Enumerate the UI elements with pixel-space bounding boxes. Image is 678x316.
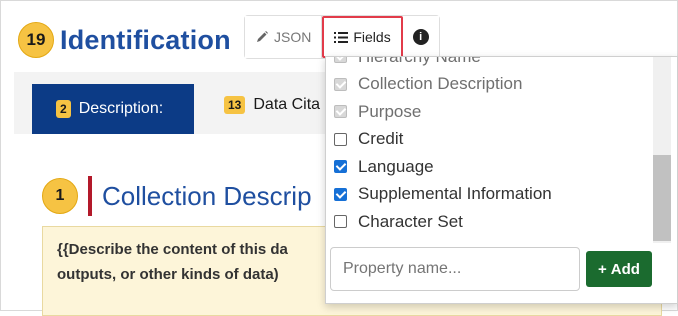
- add-button[interactable]: + Add: [586, 251, 652, 287]
- checkbox[interactable]: [334, 132, 347, 146]
- field-option-language[interactable]: Language: [326, 153, 646, 181]
- section-number: 1: [42, 178, 78, 214]
- tab-badge: 2: [56, 100, 71, 118]
- option-label: Collection Description: [358, 74, 523, 94]
- section-header: 1 Collection Descrip: [42, 176, 312, 216]
- tab-label: Data Cita: [253, 96, 321, 113]
- option-label: Credit: [358, 129, 404, 149]
- field-option-character-set[interactable]: Character Set: [326, 208, 646, 236]
- option-label: Character Set: [358, 211, 463, 231]
- info-button[interactable]: i: [402, 16, 439, 58]
- section-accent-bar: [88, 176, 92, 216]
- option-label: Supplemental Information: [358, 184, 552, 204]
- checkbox[interactable]: [334, 215, 347, 229]
- checkbox[interactable]: [334, 187, 347, 201]
- checkbox: [334, 77, 347, 91]
- fields-button[interactable]: Fields: [322, 16, 403, 58]
- field-option-collection-description: Collection Description: [326, 71, 646, 99]
- add-label: Add: [610, 260, 640, 278]
- field-option-hierarchy-name: Hierarchy Name: [326, 56, 646, 71]
- tab-label: Description:: [78, 100, 164, 117]
- scrollbar-thumb[interactable]: [653, 155, 671, 241]
- fields-label: Fields: [353, 29, 391, 45]
- dropdown-scrollbar[interactable]: [653, 57, 671, 243]
- json-label: JSON: [274, 29, 312, 45]
- option-label: Hierarchy Name: [358, 56, 481, 66]
- option-label: Language: [358, 156, 434, 176]
- page-header: 19 Identification: [18, 18, 231, 62]
- plus-icon: +: [598, 260, 607, 278]
- field-option-supplemental-information[interactable]: Supplemental Information: [326, 181, 646, 209]
- section-title: Collection Descrip: [102, 180, 312, 211]
- checkbox[interactable]: [334, 160, 347, 174]
- checkbox: [334, 105, 347, 119]
- pencil-icon: [257, 31, 268, 42]
- field-option-purpose: Purpose: [326, 98, 646, 126]
- field-option-list: Hierarchy Name Collection Description Pu…: [326, 56, 646, 236]
- count-badge: 19: [18, 22, 54, 58]
- option-label: Purpose: [358, 101, 422, 121]
- field-option-credit[interactable]: Credit: [326, 126, 646, 154]
- info-icon: i: [412, 29, 429, 45]
- page-title: Identification: [60, 24, 231, 55]
- add-property-row: + Add: [330, 245, 670, 293]
- property-name-input[interactable]: [330, 247, 580, 291]
- tab-data-citation[interactable]: 13 Data Cita: [224, 96, 320, 114]
- view-button-group: JSON Fields i: [244, 15, 440, 59]
- tab-badge: 13: [224, 96, 246, 114]
- checkbox: [334, 57, 347, 64]
- tab-description[interactable]: 2 Description:: [32, 84, 194, 134]
- json-button[interactable]: JSON: [245, 16, 323, 58]
- list-icon: [334, 31, 349, 43]
- fields-dropdown: Hierarchy Name Collection Description Pu…: [325, 56, 678, 304]
